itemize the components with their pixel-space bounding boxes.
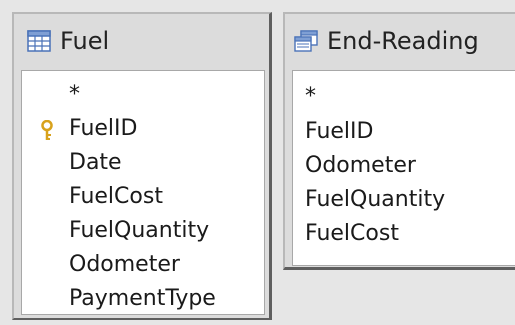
field-item[interactable]: FuelCost (22, 180, 264, 214)
table-icon (26, 29, 52, 53)
field-list-fuel[interactable]: * FuelID Date FuelCost FuelQuantity Odom… (21, 70, 265, 315)
field-item-primary-key[interactable]: FuelID (22, 112, 264, 146)
table-title: End-Reading (327, 27, 479, 55)
field-item[interactable]: Odometer (22, 248, 264, 282)
query-icon (293, 29, 319, 53)
field-item[interactable]: Odometer (293, 149, 515, 183)
field-item[interactable]: FuelID (293, 115, 515, 149)
query-design-canvas: Fuel * FuelID Date FuelCost FuelQuantity… (0, 0, 515, 325)
field-item[interactable]: FuelQuantity (22, 214, 264, 248)
field-item[interactable]: * (293, 80, 515, 114)
table-title-bar-end-reading[interactable]: End-Reading (285, 14, 515, 68)
field-label: FuelID (69, 116, 138, 141)
field-list-end-reading[interactable]: * FuelID Odometer FuelQuantity FuelCost (292, 70, 515, 266)
field-item[interactable]: FuelQuantity (293, 183, 515, 217)
table-window-fuel[interactable]: Fuel * FuelID Date FuelCost FuelQuantity… (12, 12, 272, 320)
field-item[interactable]: FuelCost (293, 217, 515, 251)
field-item[interactable]: Date (22, 146, 264, 180)
table-window-end-reading[interactable]: End-Reading * FuelID Odometer FuelQuanti… (283, 12, 515, 270)
field-item[interactable]: * (22, 78, 264, 112)
table-title: Fuel (60, 27, 110, 55)
field-item[interactable]: PaymentType (22, 282, 264, 314)
table-title-bar-fuel[interactable]: Fuel (14, 14, 269, 68)
primary-key-icon (41, 120, 53, 140)
